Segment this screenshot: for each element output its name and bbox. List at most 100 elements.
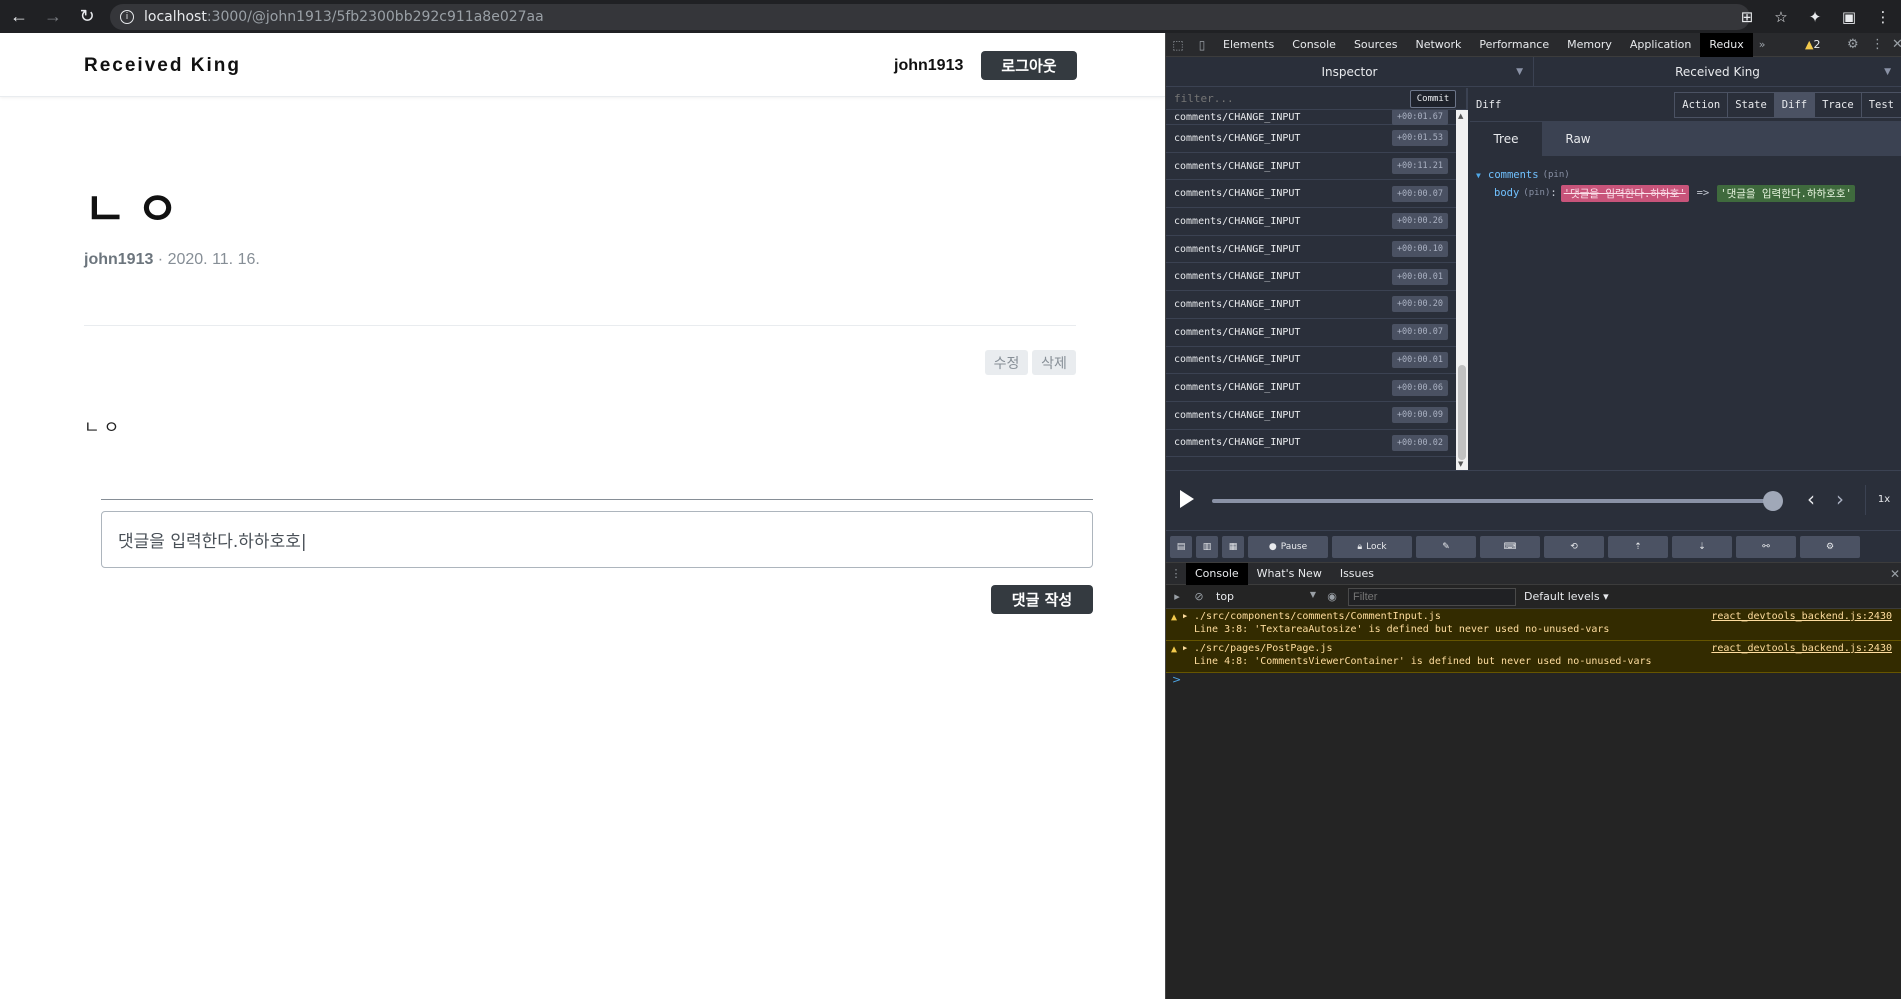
action-list-item[interactable]: comments/CHANGE_INPUT +00:00.06 [1166, 374, 1456, 402]
playback-speed-select[interactable]: 1x [1865, 485, 1901, 515]
console-filter-input[interactable] [1348, 587, 1516, 606]
tab-state[interactable]: State [1727, 91, 1775, 118]
edit-post-button[interactable]: 수정 [985, 350, 1028, 375]
inspect-element-icon[interactable]: ⬚ [1166, 38, 1190, 52]
next-step-icon[interactable]: › [1836, 487, 1844, 511]
expand-arrow-icon[interactable]: ▶ [1183, 644, 1187, 652]
action-list-item[interactable]: comments/CHANGE_INPUT +00:00.26 [1166, 208, 1456, 236]
console-warning-message[interactable]: ▲ ▶ ./src/pages/PostPage.js Line 4:8: 'C… [1166, 641, 1901, 673]
pin-label[interactable]: (pin) [1543, 170, 1570, 180]
logout-button[interactable]: 로그아웃 [981, 51, 1077, 80]
profile-icon[interactable]: ▣ [1835, 3, 1863, 31]
tab-raw[interactable]: Raw [1542, 122, 1614, 156]
dispatcher-button[interactable]: ⌨ [1480, 535, 1540, 558]
context-selector[interactable]: top ▼ [1210, 590, 1320, 603]
import-button[interactable]: ⇡ [1608, 535, 1668, 558]
slider-handle[interactable] [1763, 491, 1783, 511]
bookmark-star-icon[interactable]: ☆ [1767, 3, 1795, 31]
action-list-scrollbar[interactable]: ▲ ▼ [1456, 110, 1468, 470]
tree-node-body[interactable]: body (pin) : '댓글을 입력한다.하하호' => '댓글을 입력한다… [1476, 184, 1896, 202]
action-filter-input[interactable] [1166, 88, 1406, 109]
scroll-up-icon[interactable]: ▲ [1458, 112, 1463, 120]
action-list-item[interactable]: comments/CHANGE_INPUT +00:00.07 [1166, 319, 1456, 347]
browser-menu-icon[interactable]: ⋮ [1869, 3, 1897, 31]
tab-application[interactable]: Application [1621, 33, 1700, 57]
tab-whats-new[interactable]: What's New [1248, 563, 1331, 585]
tree-node-comments[interactable]: ▼ comments (pin) [1476, 166, 1896, 184]
devtools-menu-icon[interactable]: ⋮ [1871, 33, 1884, 57]
tab-sources[interactable]: Sources [1345, 33, 1407, 57]
address-bar[interactable]: i localhost:3000/@john1913/5fb2300bb292c… [110, 3, 1750, 30]
pause-recording-button[interactable]: ● Pause [1248, 535, 1328, 558]
tab-redux[interactable]: Redux [1700, 32, 1753, 57]
tab-tree[interactable]: Tree [1470, 122, 1542, 156]
site-logo[interactable]: Received King [84, 55, 241, 77]
action-list-item[interactable]: comments/CHANGE_INPUT +00:01.67 [1166, 110, 1456, 125]
log-levels-dropdown[interactable]: Default levels ▾ [1524, 590, 1609, 603]
action-list-item[interactable]: comments/CHANGE_INPUT +00:00.09 [1166, 402, 1456, 430]
action-list-item[interactable]: comments/CHANGE_INPUT +00:11.21 [1166, 153, 1456, 181]
device-toolbar-icon[interactable]: ▯ [1190, 38, 1214, 52]
drawer-menu-icon[interactable]: ⋮ [1166, 567, 1186, 580]
action-list-item[interactable]: comments/CHANGE_INPUT +00:00.01 [1166, 263, 1456, 292]
more-tabs-icon[interactable]: » [1753, 33, 1772, 57]
comment-input[interactable] [101, 511, 1093, 568]
tab-memory[interactable]: Memory [1558, 33, 1621, 57]
tab-elements[interactable]: Elements [1214, 33, 1283, 57]
submit-comment-button[interactable]: 댓글 작성 [991, 585, 1093, 614]
pin-label[interactable]: (pin) [1523, 188, 1550, 198]
monitor-selector[interactable]: Inspector ▼ [1166, 57, 1534, 86]
action-list-item[interactable]: comments/CHANGE_INPUT +00:00.02 [1166, 430, 1456, 458]
scroll-down-icon[interactable]: ▼ [1458, 460, 1463, 468]
site-info-icon[interactable]: i [120, 9, 134, 24]
redux-settings-button[interactable]: ⚙ [1800, 535, 1860, 558]
expand-arrow-icon[interactable]: ▼ [1476, 171, 1488, 180]
tab-test[interactable]: Test [1860, 91, 1901, 118]
forward-arrow-icon[interactable]: → [38, 2, 68, 32]
tab-diff[interactable]: Diff [1773, 91, 1816, 118]
reload-icon[interactable]: ↻ [72, 2, 102, 32]
tab-action[interactable]: Action [1674, 91, 1729, 118]
console-prompt[interactable]: > [1166, 673, 1901, 691]
action-list-item[interactable]: comments/CHANGE_INPUT +00:01.53 [1166, 125, 1456, 153]
action-list-item[interactable]: comments/CHANGE_INPUT +00:00.20 [1166, 291, 1456, 319]
previous-step-icon[interactable]: ‹ [1807, 487, 1815, 511]
console-warning-message[interactable]: ▲ ▶ ./src/components/comments/CommentInp… [1166, 609, 1901, 641]
close-drawer-icon[interactable]: ✕ [1890, 563, 1900, 585]
slider-button[interactable]: ⟲ [1544, 535, 1604, 558]
tab-console[interactable]: Console [1283, 33, 1345, 57]
settings-gear-icon[interactable]: ⚙ [1847, 33, 1859, 57]
extensions-puzzle-icon[interactable]: ✦ [1801, 3, 1829, 31]
warnings-counter[interactable]: ▲2 [1805, 33, 1820, 57]
action-list-item[interactable]: comments/CHANGE_INPUT +00:00.01 [1166, 347, 1456, 375]
tab-trace[interactable]: Trace [1814, 91, 1862, 118]
layout-right-icon[interactable]: ▥ [1196, 535, 1218, 558]
warning-source-link[interactable]: react_devtools_backend.js:2430 [1711, 643, 1892, 654]
tab-network[interactable]: Network [1406, 33, 1470, 57]
post-author[interactable]: john1913 [84, 251, 153, 268]
expand-arrow-icon[interactable]: ▶ [1183, 612, 1187, 620]
instance-selector[interactable]: Received King ▼ [1534, 57, 1901, 86]
tab-issues[interactable]: Issues [1331, 563, 1383, 585]
delete-post-button[interactable]: 삭제 [1032, 350, 1076, 375]
play-icon[interactable] [1180, 490, 1194, 508]
export-button[interactable]: ⇣ [1672, 535, 1732, 558]
close-devtools-icon[interactable]: ✕ [1892, 33, 1901, 57]
lock-changes-button[interactable]: 🔒︎ Lock [1332, 535, 1412, 558]
layout-left-icon[interactable]: ▤ [1170, 535, 1192, 558]
tab-performance[interactable]: Performance [1470, 33, 1558, 57]
layout-bottom-icon[interactable]: ▦ [1222, 535, 1244, 558]
action-list-item[interactable]: comments/CHANGE_INPUT +00:00.07 [1166, 180, 1456, 209]
persist-button[interactable]: ✎ [1416, 535, 1476, 558]
clear-console-icon[interactable]: ⊘ [1188, 590, 1210, 603]
warning-source-link[interactable]: react_devtools_backend.js:2430 [1711, 611, 1892, 622]
slider-track[interactable] [1212, 499, 1772, 503]
live-expression-eye-icon[interactable]: ◉ [1320, 590, 1344, 603]
sidebar-toggle-icon[interactable]: ▸ [1166, 590, 1188, 603]
remote-button[interactable]: ⚯ [1736, 535, 1796, 558]
scrollbar-thumb[interactable] [1458, 365, 1466, 460]
back-arrow-icon[interactable]: ← [4, 2, 34, 32]
tab-console-drawer[interactable]: Console [1186, 562, 1248, 585]
translate-icon[interactable]: ⊞ [1733, 3, 1761, 31]
commit-button[interactable]: Commit [1410, 90, 1456, 108]
